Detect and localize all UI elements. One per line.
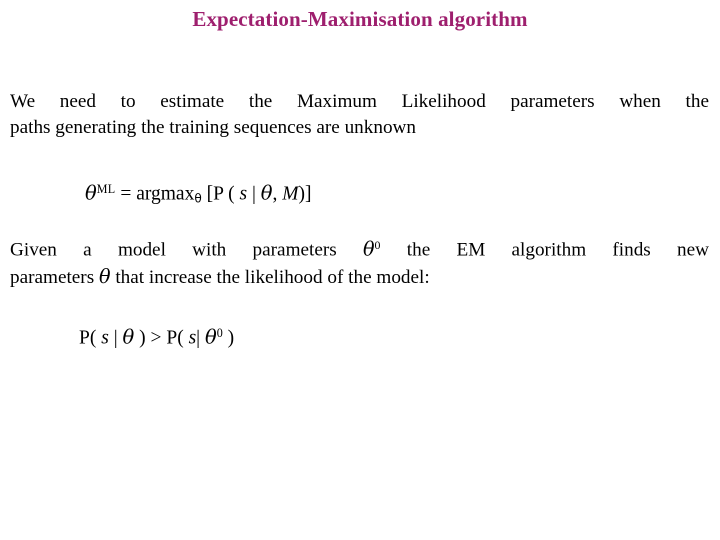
- formula2-close-1: ): [139, 327, 146, 349]
- paragraph-em-theta-new: θ: [98, 264, 111, 288]
- formula2-p-open-2: P(: [166, 327, 184, 349]
- formula1-argmax-subscript: θ: [194, 191, 202, 206]
- formula1-superscript-ml: ML: [96, 182, 116, 196]
- formula2-given-2: |: [196, 327, 201, 349]
- formula1-argmax: argmax: [136, 183, 195, 205]
- paragraph-em-line-1-part-b: the EM algorithm finds new: [380, 239, 710, 261]
- formula2-close-2: ): [227, 327, 235, 349]
- formula-maximum-likelihood: θML = argmaxθ [P ( s | θ, M)]: [85, 176, 311, 211]
- formula2-p-open-1: P(: [79, 327, 97, 349]
- formula1-comma: ,: [272, 183, 278, 205]
- paragraph-intro-line-1: We need to estimate the Maximum Likeliho…: [10, 91, 709, 112]
- paragraph-em-line-1-part-a: Given a model with parameters: [10, 239, 363, 261]
- formula1-open-paren: (: [228, 183, 235, 205]
- formula-likelihood-increase: P( s | θ ) > P( s| θ0 ): [79, 320, 234, 352]
- formula1-theta: θ: [85, 181, 97, 205]
- slide-canvas: Expectation-Maximisation algorithm We ne…: [0, 0, 720, 540]
- paragraph-intro-line-2: paths generating the training sequences …: [10, 117, 417, 138]
- formula1-equals: =: [120, 183, 132, 205]
- formula2-given-1: |: [113, 327, 118, 349]
- paragraph-intro: We need to estimate the Maximum Likeliho…: [10, 89, 709, 141]
- formula1-theta-condition: θ: [260, 181, 273, 205]
- paragraph-em-description: Given a model with parameters θ0 the EM …: [10, 232, 709, 291]
- paragraph-em-line-2-part-b: that increase the likelihood of the mode…: [110, 266, 430, 288]
- formula2-observation-1: s: [101, 327, 109, 349]
- paragraph-em-theta-initial: θ: [362, 237, 375, 261]
- formula1-given: |: [251, 183, 256, 205]
- paragraph-em-line-2-part-a: parameters: [10, 266, 99, 288]
- formula1-close-bracket: ]: [304, 183, 312, 205]
- page-title: Expectation-Maximisation algorithm: [192, 7, 528, 31]
- paragraph-em-line-1: Given a model with parameters θ0 the EM …: [10, 232, 709, 264]
- formula1-model: M: [282, 183, 299, 205]
- formula1-p: P: [213, 183, 224, 205]
- formula2-theta-new: θ: [122, 325, 135, 349]
- formula1-observation: s: [239, 183, 248, 205]
- formula2-theta-initial-superscript: 0: [216, 326, 223, 340]
- formula2-operator-greater-than: >: [150, 327, 162, 349]
- formula2-theta-initial: θ: [204, 325, 217, 349]
- paragraph-em-line-2: parameters θ that increase the likelihoo…: [10, 264, 709, 291]
